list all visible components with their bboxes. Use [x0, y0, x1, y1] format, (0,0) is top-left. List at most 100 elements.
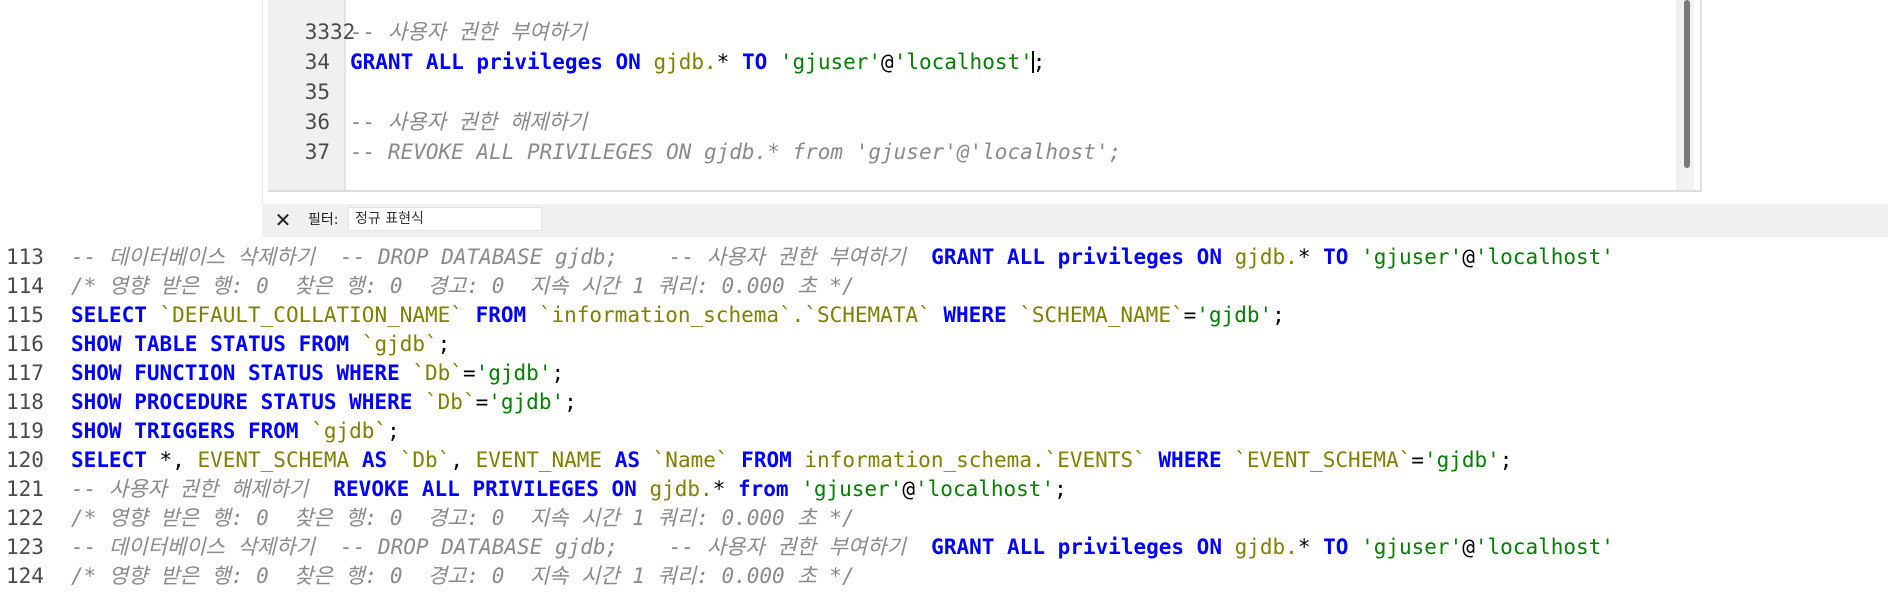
log-line[interactable]: 113 -- 데이터베이스 삭제하기 -- DROP DATABASE gjdb;…	[0, 243, 1888, 272]
code-token: EVENT_NAME	[475, 448, 615, 472]
code-token: =	[462, 361, 476, 385]
log-line[interactable]: 114 /* 영향 받은 행: 0 찾은 행: 0 경고: 0 지속 시간 1 쿼…	[0, 272, 1888, 301]
code-token: -- REVOKE ALL PRIVILEGES ON gjdb.* from …	[350, 140, 1122, 164]
log-line-code: SHOW PROCEDURE STATUS WHERE `Db`='gjdb';	[71, 388, 577, 417]
log-line-number: 120	[6, 448, 44, 472]
close-filter-icon[interactable]: ✕	[272, 206, 294, 234]
code-token: -- 사용자 권한 해제하기	[71, 477, 334, 501]
log-line-code: -- 데이터베이스 삭제하기 -- DROP DATABASE gjdb; --…	[71, 533, 1614, 562]
log-line-number: 113	[6, 245, 44, 269]
log-line-code: -- 데이터베이스 삭제하기 -- DROP DATABASE gjdb; --…	[71, 243, 1614, 272]
log-line-number: 122	[6, 506, 44, 530]
code-token: AS	[361, 448, 400, 472]
log-line[interactable]: 119 SHOW TRIGGERS FROM `gjdb`;	[0, 417, 1888, 446]
log-line-number: 118	[6, 390, 44, 414]
right-panel	[1700, 0, 1888, 192]
code-token: `gjdb`	[311, 419, 388, 443]
code-token: gjdb.	[649, 477, 713, 501]
code-token: 'gjuser'	[779, 50, 882, 74]
code-token: *	[716, 50, 742, 74]
code-token: ,	[450, 448, 476, 472]
code-token: gjdb.	[1234, 535, 1298, 559]
code-token: WHERE	[943, 303, 1020, 327]
log-line-code: SHOW TRIGGERS FROM `gjdb`;	[71, 417, 400, 446]
log-line[interactable]: 121 -- 사용자 권한 해제하기 REVOKE ALL PRIVILEGES …	[0, 475, 1888, 504]
code-token: SHOW FUNCTION STATUS WHERE	[71, 361, 413, 385]
code-token: *,	[159, 448, 198, 472]
log-line-code: SHOW TABLE STATUS FROM `gjdb`;	[71, 330, 450, 359]
filter-regex-input[interactable]	[348, 207, 542, 231]
code-token: 'gjdb'	[1423, 448, 1500, 472]
code-token: 'gjdb'	[475, 361, 552, 385]
code-token: 'localhost'	[1474, 245, 1614, 269]
code-token: -- 사용자 권한 해제하기	[350, 110, 588, 134]
code-token: =	[1411, 448, 1424, 472]
log-line[interactable]: 115 SELECT `DEFAULT_COLLATION_NAME` FROM …	[0, 301, 1888, 330]
log-line[interactable]: 118 SHOW PROCEDURE STATUS WHERE `Db`='gjd…	[0, 388, 1888, 417]
log-line-number: 117	[6, 361, 44, 385]
code-token: `Db`	[399, 448, 451, 472]
code-token: REVOKE ALL PRIVILEGES ON	[333, 477, 650, 501]
code-token: SHOW TRIGGERS FROM	[71, 419, 312, 443]
editor-line[interactable]: 35	[268, 77, 1678, 107]
code-token: -- 데이터베이스 삭제하기 -- DROP DATABASE gjdb; --…	[71, 535, 932, 559]
editor-line[interactable]: 34 GRANT ALL privileges ON gjdb.* TO 'gju…	[268, 47, 1678, 77]
log-line-number: 123	[6, 535, 44, 559]
log-line[interactable]: 123 -- 데이터베이스 삭제하기 -- DROP DATABASE gjdb;…	[0, 533, 1888, 562]
code-token: @	[1462, 245, 1475, 269]
code-token: TO	[1323, 535, 1362, 559]
log-line[interactable]: 122 /* 영향 받은 행: 0 찾은 행: 0 경고: 0 지속 시간 1 쿼…	[0, 504, 1888, 533]
code-token: EVENT_SCHEMA	[197, 448, 362, 472]
log-line-number: 124	[6, 564, 44, 588]
code-token: ;	[1499, 448, 1513, 472]
line-code: -- 사용자 권한 부여하기	[350, 17, 587, 47]
code-token: ;	[1032, 50, 1046, 74]
code-token: `DEFAULT_COLLATION_NAME`	[159, 303, 476, 327]
line-code: GRANT ALL privileges ON gjdb.* TO 'gjuse…	[350, 47, 1045, 77]
code-token: 'localhost'	[1474, 535, 1614, 559]
editor-line[interactable]: 37 -- REVOKE ALL PRIVILEGES ON gjdb.* fro…	[268, 137, 1678, 167]
code-token: -- 사용자 권한 부여하기	[350, 20, 588, 44]
log-line-number: 121	[6, 477, 44, 501]
query-log[interactable]: 113 -- 데이터베이스 삭제하기 -- DROP DATABASE gjdb;…	[0, 243, 1888, 597]
code-token: /* 영향 받은 행: 0 찾은 행: 0 경고: 0 지속 시간 1 쿼리: …	[71, 506, 855, 530]
code-token: GRANT ALL privileges ON	[931, 245, 1235, 269]
code-token: AS	[614, 448, 653, 472]
code-token: =	[475, 390, 489, 414]
code-token: @	[881, 50, 894, 74]
line-number: 37	[304, 140, 330, 164]
code-token: FROM	[475, 303, 539, 327]
log-line-code: SELECT `DEFAULT_COLLATION_NAME` FROM `in…	[71, 301, 1285, 330]
log-line-number: 119	[6, 419, 44, 443]
code-token: from	[737, 477, 802, 501]
editor-scrollbar-thumb[interactable]	[1684, 0, 1690, 168]
code-token: ;	[1272, 303, 1285, 327]
editor-line-partial: 32	[268, 0, 1678, 44]
code-token: @	[902, 477, 916, 501]
line-code: -- 사용자 권한 해제하기	[350, 107, 587, 137]
code-token: GRANT ALL privileges ON	[931, 535, 1235, 559]
code-token: 'localhost'	[915, 477, 1055, 501]
code-token: @	[1462, 535, 1475, 559]
log-line-number: 116	[6, 332, 44, 356]
log-line[interactable]: 117 SHOW FUNCTION STATUS WHERE `Db`='gjdb…	[0, 359, 1888, 388]
code-token: 'gjuser'	[1361, 245, 1463, 269]
log-line-code: /* 영향 받은 행: 0 찾은 행: 0 경고: 0 지속 시간 1 쿼리: …	[71, 504, 855, 533]
log-line-code: SHOW FUNCTION STATUS WHERE `Db`='gjdb';	[71, 359, 564, 388]
code-token: ;	[1054, 477, 1067, 501]
log-line[interactable]: 124 /* 영향 받은 행: 0 찾은 행: 0 경고: 0 지속 시간 1 쿼…	[0, 562, 1888, 591]
code-token: ;	[387, 419, 400, 443]
editor-divider	[268, 190, 1888, 192]
log-line-code: -- 사용자 권한 해제하기 REVOKE ALL PRIVILEGES ON …	[71, 475, 1067, 504]
log-line-code: /* 영향 받은 행: 0 찾은 행: 0 경고: 0 지속 시간 1 쿼리: …	[71, 562, 855, 591]
editor-line[interactable]: 36 -- 사용자 권한 해제하기	[268, 107, 1678, 137]
code-token: ;	[437, 332, 451, 356]
editor-line[interactable]: 33 -- 사용자 권한 부여하기	[268, 17, 1678, 47]
log-line[interactable]: 116 SHOW TABLE STATUS FROM `gjdb`;	[0, 330, 1888, 359]
code-token: `Db`	[412, 361, 463, 385]
code-token: GRANT ALL privileges ON	[350, 50, 654, 74]
code-token: /* 영향 받은 행: 0 찾은 행: 0 경고: 0 지속 시간 1 쿼리: …	[71, 564, 855, 588]
code-token: SHOW TABLE STATUS FROM	[71, 332, 362, 356]
code-token: 'localhost'	[893, 50, 1033, 74]
log-line[interactable]: 120 SELECT *, EVENT_SCHEMA AS `Db`, EVENT…	[0, 446, 1888, 475]
